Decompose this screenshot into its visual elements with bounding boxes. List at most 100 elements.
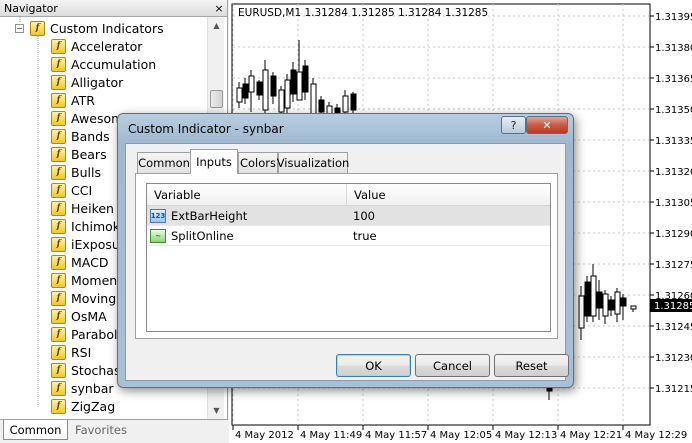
candle-body bbox=[262, 69, 269, 111]
indicator-icon: f bbox=[51, 56, 66, 72]
indicator-icon: f bbox=[51, 272, 66, 288]
tree-item[interactable]: f Alligator bbox=[51, 73, 123, 91]
help-button[interactable]: ? bbox=[501, 116, 526, 134]
indicator-icon: f bbox=[51, 236, 66, 252]
indicator-icon: f bbox=[51, 182, 66, 198]
tree-item-label: Bears bbox=[71, 146, 107, 162]
tree-item-label: Bulls bbox=[71, 164, 101, 180]
candle-body bbox=[602, 293, 609, 317]
candle-body bbox=[284, 79, 291, 109]
tree-item[interactable]: f Accelerator bbox=[51, 37, 142, 55]
time-label: 4 May 11:49 bbox=[300, 430, 362, 441]
navigator-title: Navigator bbox=[4, 1, 58, 15]
indicator-icon: f bbox=[51, 92, 66, 108]
candle-body bbox=[270, 75, 277, 97]
price-label: 1.31320 bbox=[655, 167, 692, 178]
scroll-up-icon[interactable]: ▲ bbox=[208, 17, 225, 34]
indicator-icon: f bbox=[51, 326, 66, 342]
price-label: 1.31275 bbox=[655, 260, 692, 271]
value-cell[interactable]: true bbox=[347, 229, 550, 243]
price-label: 1.31245 bbox=[655, 322, 692, 333]
value-cell[interactable]: 100 bbox=[347, 209, 550, 223]
scroll-down-icon[interactable]: ▼ bbox=[208, 402, 225, 419]
cancel-button[interactable]: Cancel bbox=[415, 354, 490, 377]
indicator-icon: f bbox=[51, 200, 66, 216]
candle-body bbox=[578, 295, 585, 329]
price-label: 1.31305 bbox=[655, 198, 692, 209]
tree-item[interactable]: f Bands bbox=[51, 127, 110, 145]
tree-item[interactable]: f OsMA bbox=[51, 307, 107, 325]
tab-inputs[interactable]: Inputs bbox=[190, 149, 238, 174]
indicator-icon: f bbox=[51, 380, 66, 396]
tree-item[interactable]: f RSI bbox=[51, 343, 91, 361]
table-row[interactable]: ~ SplitOnline true bbox=[147, 226, 550, 246]
variable-name: SplitOnline bbox=[171, 228, 234, 243]
candle-body bbox=[318, 99, 325, 113]
tree-item-label: ATR bbox=[71, 92, 95, 108]
tree-item[interactable]: f MACD bbox=[51, 253, 108, 271]
chart-symbol-header: EURUSD,M1 1.31284 1.31285 1.31284 1.3128… bbox=[238, 7, 488, 19]
table-row[interactable]: 123 ExtBarHeight 100 bbox=[147, 206, 550, 226]
indicator-icon: f bbox=[51, 290, 66, 306]
variable-cell: ~ SplitOnline bbox=[147, 228, 347, 243]
candle-body bbox=[242, 83, 249, 99]
tree-item-label: synbar bbox=[71, 380, 114, 396]
tab-common-settings[interactable]: Common bbox=[137, 152, 191, 173]
tree-item-label: OsMA bbox=[71, 308, 107, 324]
tree-item-label: Accelerator bbox=[71, 38, 143, 54]
reset-button[interactable]: Reset bbox=[494, 354, 569, 377]
indicator-icon: f bbox=[51, 38, 66, 54]
navigator-close-icon[interactable]: × bbox=[211, 2, 227, 15]
price-label: 1.31395 bbox=[655, 12, 692, 23]
tab-visualization[interactable]: Visualization bbox=[277, 152, 349, 173]
inputs-grid: Variable Value 123 ExtBarHeight 100 ~ Sp… bbox=[146, 183, 551, 332]
price-label: 1.31215 bbox=[655, 384, 692, 395]
dialog-close-button[interactable]: ✕ bbox=[526, 116, 568, 134]
tree-root-label: Custom Indicators bbox=[50, 20, 164, 36]
price-label: 1.31365 bbox=[655, 74, 692, 85]
tree-item[interactable]: f ATR bbox=[51, 91, 95, 109]
time-label: 4 May 11:57 bbox=[365, 430, 427, 441]
indicator-icon: f bbox=[51, 218, 66, 234]
tree-item-label: Accumulation bbox=[71, 56, 157, 72]
candle-body bbox=[236, 87, 243, 103]
tree-item-label: Alligator bbox=[71, 74, 124, 90]
time-label: 4 May 12:21 bbox=[560, 430, 622, 441]
candle-body bbox=[290, 69, 297, 95]
indicator-icon: f bbox=[51, 146, 66, 162]
number-icon: 123 bbox=[150, 208, 166, 223]
tab-favorites[interactable]: Favorites bbox=[70, 420, 132, 440]
scroll-thumb[interactable] bbox=[210, 90, 223, 108]
tab-common[interactable]: Common bbox=[3, 420, 68, 440]
indicator-icon: f bbox=[51, 398, 66, 414]
column-header-value[interactable]: Value bbox=[347, 184, 550, 205]
tree-root-custom-indicators[interactable]: − f Custom Indicators bbox=[15, 19, 164, 37]
time-label: 4 May 12:29 bbox=[625, 430, 687, 441]
tree-item[interactable]: f CCI bbox=[51, 181, 92, 199]
tree-item-label: Bands bbox=[71, 128, 110, 144]
indicator-icon: f bbox=[51, 128, 66, 144]
candle-body bbox=[350, 93, 357, 111]
candle-body bbox=[584, 281, 591, 317]
ok-button[interactable]: OK bbox=[336, 354, 411, 377]
candle-body bbox=[596, 291, 603, 309]
variable-name: ExtBarHeight bbox=[171, 208, 248, 223]
tree-item[interactable]: f Accumulation bbox=[51, 55, 156, 73]
bool-icon: ~ bbox=[150, 228, 166, 243]
tree-item[interactable]: f Bears bbox=[51, 145, 107, 163]
column-header-variable[interactable]: Variable bbox=[147, 184, 347, 205]
tree-item[interactable]: f synbar bbox=[51, 379, 114, 397]
candle-body bbox=[630, 305, 637, 310]
candle-body bbox=[342, 95, 349, 113]
tab-colors[interactable]: Colors bbox=[238, 152, 278, 173]
indicator-icon: f bbox=[51, 110, 66, 126]
price-label: 1.31290 bbox=[655, 229, 692, 240]
indicator-icon: f bbox=[51, 344, 66, 360]
dialog-body: Common Inputs Colors Visualization Varia… bbox=[125, 143, 569, 381]
tree-item[interactable]: f Bulls bbox=[51, 163, 101, 181]
time-label: 4 May 12:05 bbox=[430, 430, 492, 441]
indicator-folder-icon: f bbox=[30, 20, 45, 36]
tree-item[interactable]: f ZigZag bbox=[51, 397, 115, 415]
navigator-tabs: Common Favorites bbox=[0, 419, 228, 443]
collapse-icon[interactable]: − bbox=[15, 23, 24, 33]
